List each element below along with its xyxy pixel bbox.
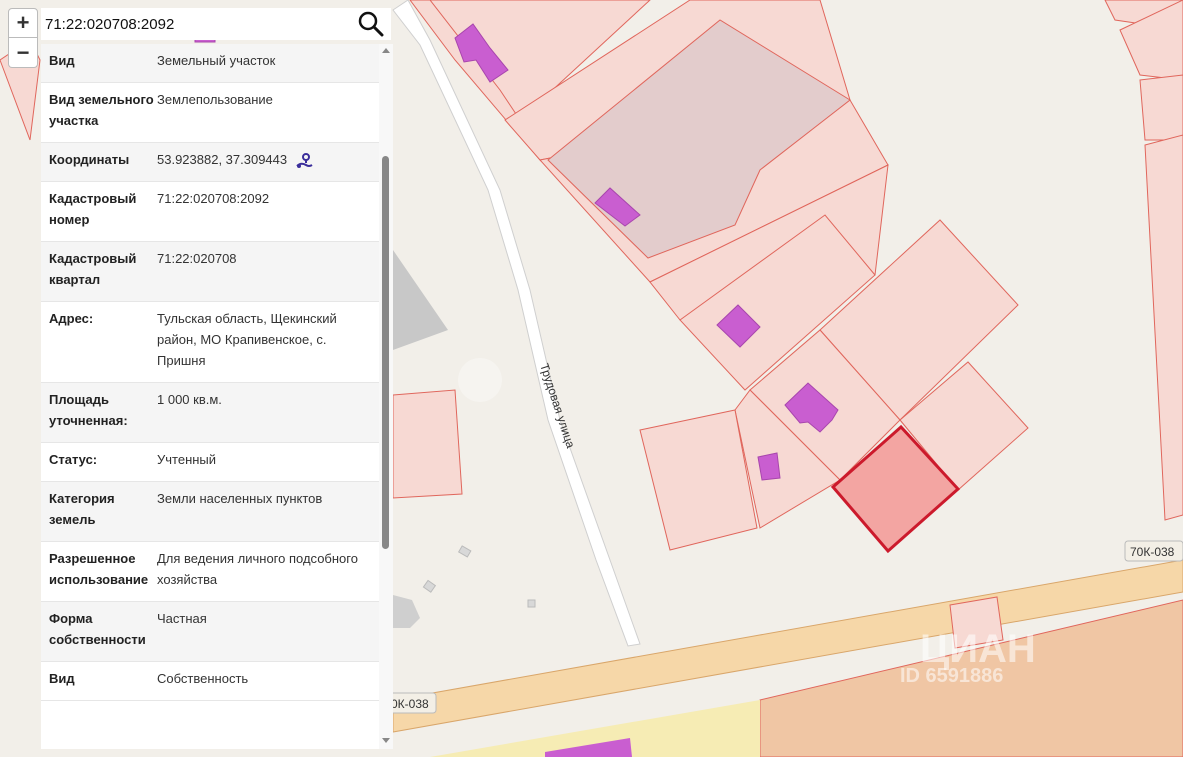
info-value-text: Землепользование bbox=[157, 92, 273, 107]
search-input[interactable] bbox=[45, 12, 350, 36]
info-value: Землепользование bbox=[157, 89, 371, 131]
info-key: Кадастровый номер bbox=[49, 191, 137, 227]
info-row: Вид земельного участка Землепользование bbox=[41, 83, 379, 143]
info-key: Площадь уточненная: bbox=[49, 392, 128, 428]
info-value-text: Собственность bbox=[157, 671, 249, 686]
search-box bbox=[41, 8, 391, 40]
info-value: 53.923882, 37.309443 bbox=[157, 149, 371, 170]
info-key: Разрешенное использование bbox=[49, 551, 149, 587]
info-value-text: Тульская область, Щекинский район, МО Кр… bbox=[157, 311, 337, 368]
map-marker bbox=[527, 599, 536, 608]
info-value: 71:22:020708 bbox=[157, 248, 371, 290]
info-value-text: 71:22:020708:2092 bbox=[157, 191, 270, 206]
info-row: Вид Собственность bbox=[41, 662, 379, 701]
info-value: Земли населенных пунктов bbox=[157, 488, 371, 530]
info-value-text: Земли населенных пунктов bbox=[157, 491, 323, 506]
location-pin-icon[interactable] bbox=[295, 152, 313, 169]
info-row: Вид Земельный участок bbox=[41, 44, 379, 83]
info-row: Адрес: Тульская область, Щекинский район,… bbox=[41, 302, 379, 383]
info-key: Форма собственности bbox=[49, 611, 146, 647]
info-key: Статус: bbox=[49, 452, 98, 467]
info-value-text: 1 000 кв.м. bbox=[157, 392, 222, 407]
info-row: Кадастровый квартал 71:22:020708 bbox=[41, 242, 379, 302]
info-value-text: 71:22:020708 bbox=[157, 251, 237, 266]
info-value-text: Частная bbox=[157, 611, 207, 626]
info-row: Площадь уточненная: 1 000 кв.м. bbox=[41, 383, 379, 443]
magnifier-icon bbox=[358, 11, 384, 37]
zoom-in-button[interactable]: + bbox=[8, 8, 38, 38]
info-value: 71:22:020708:2092 bbox=[157, 188, 371, 230]
info-row: Координаты 53.923882, 37.309443 bbox=[41, 143, 379, 182]
info-value-text: 53.923882, 37.309443 bbox=[157, 152, 288, 167]
info-row: Кадастровый номер 71:22:020708:2092 bbox=[41, 182, 379, 242]
info-value: Для ведения личного подсобного хозяйства bbox=[157, 548, 371, 590]
info-row: Статус: Учтенный bbox=[41, 443, 379, 482]
road-label-left: 0К-038 bbox=[391, 697, 429, 711]
info-value-text: Учтенный bbox=[157, 452, 217, 467]
road-label-right: 70К-038 bbox=[1130, 545, 1175, 559]
scroll-down-arrow[interactable] bbox=[382, 738, 390, 743]
info-value: Частная bbox=[157, 608, 371, 650]
info-value: 1 000 кв.м. bbox=[157, 389, 371, 431]
info-list: Вид Земельный участок Вид земельного участ… bbox=[41, 44, 379, 701]
info-key: Категория земель bbox=[49, 491, 115, 527]
info-key: Вид bbox=[49, 671, 75, 686]
info-key: Вид bbox=[49, 53, 75, 68]
info-value: Тульская область, Щекинский район, МО Кр… bbox=[157, 308, 371, 371]
info-value: Собственность bbox=[157, 668, 371, 689]
info-key: Вид земельного участка bbox=[49, 92, 154, 128]
info-key: Кадастровый квартал bbox=[49, 251, 137, 287]
scroll-thumb[interactable] bbox=[382, 156, 389, 549]
info-row: Категория земель Земли населенных пунктов bbox=[41, 482, 379, 542]
info-value: Земельный участок bbox=[157, 50, 371, 71]
info-panel: Вид Земельный участок Вид земельного участ… bbox=[41, 44, 393, 749]
info-row: Разрешенное использование Для ведения лич… bbox=[41, 542, 379, 602]
search-button[interactable] bbox=[357, 10, 385, 38]
info-value-text: Для ведения личного подсобного хозяйства bbox=[157, 551, 358, 587]
info-value-text: Земельный участок bbox=[157, 53, 276, 68]
zoom-out-button[interactable]: − bbox=[8, 38, 38, 68]
info-key: Адрес: bbox=[49, 311, 94, 326]
scroll-up-arrow[interactable] bbox=[382, 48, 390, 53]
watermark-id: ID 6591886 bbox=[900, 665, 1003, 687]
scrollbar[interactable] bbox=[379, 44, 393, 749]
info-row: Форма собственности Частная bbox=[41, 602, 379, 662]
info-value: Учтенный bbox=[157, 449, 371, 470]
info-key: Координаты bbox=[49, 152, 130, 167]
